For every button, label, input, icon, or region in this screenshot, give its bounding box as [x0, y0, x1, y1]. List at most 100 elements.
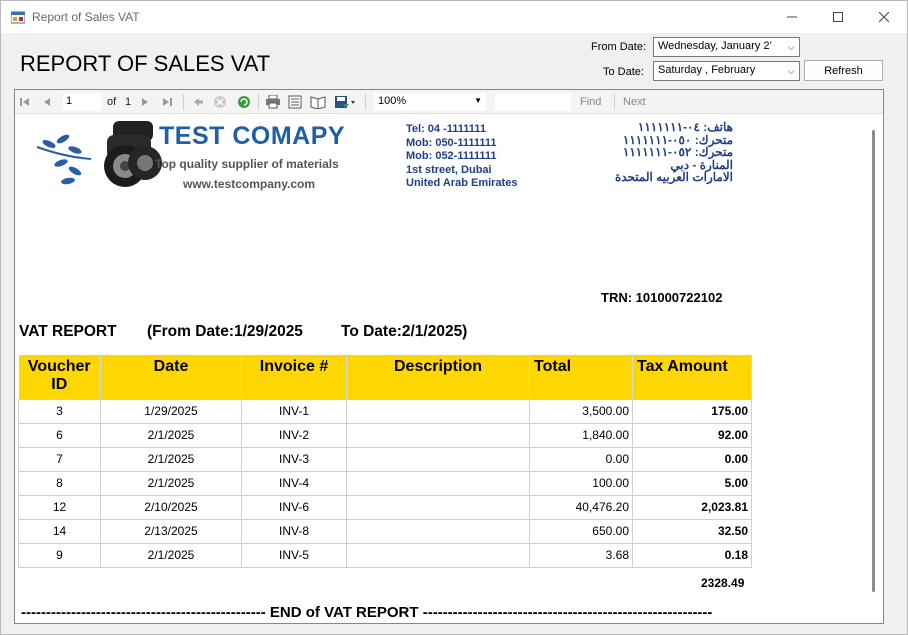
table-row: 7 2/1/2025 INV-3 0.00 0.00 [18, 446, 752, 472]
of-label: of [107, 96, 117, 108]
chevron-down-icon[interactable]: ▼ [474, 96, 482, 105]
from-date-value: Wednesday, January 2’ [658, 40, 772, 52]
table-cell: INV-4 [241, 470, 347, 496]
report-page: TEST COMAPY Top quality supplier of mate… [15, 115, 865, 623]
table-cell: 0.18 [632, 542, 752, 568]
report-window: Report of Sales VAT REPORT OF SALES VAT … [0, 0, 908, 635]
table-cell: INV-1 [241, 398, 347, 424]
maximize-button[interactable] [815, 1, 861, 33]
chevron-down-icon[interactable]: ⌵ [783, 38, 799, 56]
maximize-icon [833, 12, 843, 22]
table-cell [346, 542, 530, 568]
table-cell: 7 [18, 446, 101, 472]
column-header: Invoice # [241, 355, 347, 399]
table-cell [346, 398, 530, 424]
page-setup-icon[interactable] [309, 94, 327, 110]
minimize-button[interactable] [769, 1, 815, 33]
chevron-down-icon[interactable]: ⌵ [783, 62, 799, 80]
refresh-report-icon[interactable] [236, 94, 252, 110]
table-row: 3 1/29/2025 INV-1 3,500.00 175.00 [18, 398, 752, 424]
print-layout-icon[interactable] [286, 94, 304, 110]
contact-line-ar: هاتف: ٠٤-١١١١١١١ [637, 120, 733, 134]
table-cell: 14 [18, 518, 101, 544]
export-icon[interactable] [333, 94, 357, 110]
table-cell: 0.00 [632, 446, 752, 472]
table-row: 14 2/13/2025 INV-8 650.00 32.50 [18, 518, 752, 544]
first-page-icon[interactable] [19, 94, 31, 110]
find-input[interactable] [495, 93, 571, 111]
company-website: www.testcompany.com [183, 177, 316, 191]
table-cell: INV-6 [241, 494, 347, 520]
table-row: 12 2/10/2025 INV-6 40,476.20 2,023.81 [18, 494, 752, 520]
table-cell: 40,476.20 [529, 494, 633, 520]
next-page-icon[interactable] [139, 94, 151, 110]
column-header: Voucher ID [18, 355, 101, 399]
refresh-button[interactable]: Refresh [804, 60, 883, 81]
contact-line: Mob: 050-1111111 [406, 136, 497, 149]
contact-line: 1st street, Dubai [406, 163, 492, 176]
table-cell: 3.68 [529, 542, 633, 568]
last-page-icon[interactable] [161, 94, 173, 110]
column-header: Tax Amount [632, 355, 752, 399]
toolbar-separator [614, 94, 615, 110]
toolbar-separator [183, 94, 184, 110]
contact-arabic: هاتف: ٠٤-١١١١١١١ متحرك: ٠٥٠-١١١١١١١ متحر… [575, 121, 733, 184]
table-cell: INV-3 [241, 446, 347, 472]
to-date-label: To Date: [603, 66, 644, 78]
table-cell [346, 470, 530, 496]
column-header: Description [346, 355, 530, 399]
contact-line: Mob: 052-1111111 [406, 150, 497, 162]
company-name: TEST COMAPY [159, 122, 346, 150]
table-cell: 175.00 [632, 398, 752, 424]
table-cell: 650.00 [529, 518, 633, 544]
table-cell: 5.00 [632, 470, 752, 496]
table-cell: 2/1/2025 [100, 542, 242, 568]
table-cell: 100.00 [529, 470, 633, 496]
table-cell: INV-5 [241, 542, 347, 568]
toolbar-separator [258, 94, 259, 110]
table-cell: 2/10/2025 [100, 494, 242, 520]
print-icon[interactable] [264, 94, 282, 110]
table-cell: 0.00 [529, 446, 633, 472]
table-cell: 32.50 [632, 518, 752, 544]
next-link[interactable]: Next [623, 94, 646, 110]
previous-page-icon[interactable] [41, 94, 53, 110]
table-cell: 3 [18, 398, 101, 424]
page-number-input[interactable]: 1 [63, 93, 101, 111]
from-date-picker[interactable]: Wednesday, January 2’ ⌵ [653, 37, 800, 57]
table-cell: 9 [18, 542, 101, 568]
stop-icon[interactable] [212, 94, 228, 110]
app-icon [11, 11, 25, 24]
from-date-text: (From Date:1/29/2025 [147, 323, 303, 340]
table-cell: 8 [18, 470, 101, 496]
to-date-value: Saturday , February [658, 64, 756, 76]
trn-number: TRN: 101000722102 [601, 290, 723, 305]
table-cell: 2/13/2025 [100, 518, 242, 544]
table-row: 9 2/1/2025 INV-5 3.68 0.18 [18, 542, 752, 568]
minimize-icon [787, 16, 797, 18]
contact-line: Tel: 04 -1111111 [406, 123, 486, 135]
table-cell [346, 446, 530, 472]
back-icon[interactable] [191, 94, 205, 110]
find-link[interactable]: Find [580, 94, 601, 110]
zoom-select[interactable]: 100% ▼ [374, 93, 486, 111]
vat-report-title: VAT REPORT [19, 323, 117, 340]
table-cell: 2/1/2025 [100, 446, 242, 472]
vertical-scrollbar[interactable] [872, 130, 875, 592]
title-bar[interactable]: Report of Sales VAT [1, 1, 907, 33]
to-date-text: To Date:2/1/2025) [341, 323, 468, 340]
table-cell: INV-2 [241, 422, 347, 448]
table-cell: 1,840.00 [529, 422, 633, 448]
table-cell [346, 518, 530, 544]
end-of-report: ----------------------------------------… [21, 604, 713, 621]
table-cell: 92.00 [632, 422, 752, 448]
table-cell [346, 494, 530, 520]
contact-line-ar: الامارات العربيه المتحدة [614, 170, 733, 184]
close-icon [879, 12, 889, 22]
table-row: 8 2/1/2025 INV-4 100.00 5.00 [18, 470, 752, 496]
table-header-row: Voucher ID Date Invoice # Description To… [18, 355, 752, 399]
table-cell: 12 [18, 494, 101, 520]
table-cell: 2/1/2025 [100, 422, 242, 448]
close-button[interactable] [861, 1, 907, 33]
to-date-picker[interactable]: Saturday , February ⌵ [653, 61, 800, 81]
